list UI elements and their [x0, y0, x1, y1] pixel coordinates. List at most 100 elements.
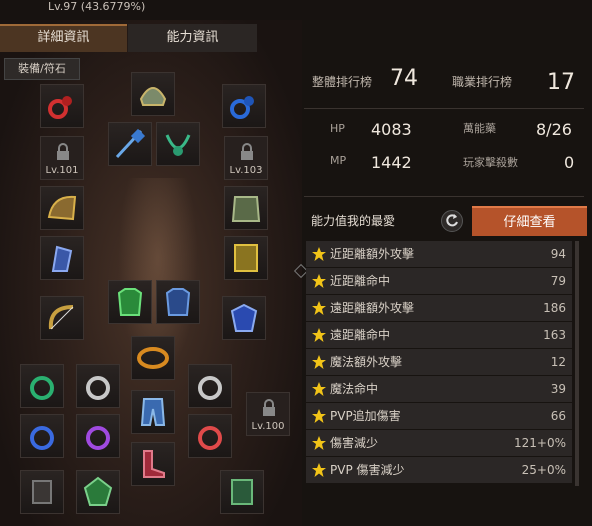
stat-value: 66	[550, 409, 566, 423]
locked-slot-level: Lv.100	[251, 421, 285, 432]
ring-slot-6[interactable]	[188, 414, 232, 458]
rune-slot-3[interactable]	[220, 470, 264, 514]
favorite-stat-item: 傷害減少 121+0%	[306, 430, 572, 456]
tunic-slot[interactable]	[156, 280, 200, 324]
elixir-label: 萬能藥	[463, 122, 496, 135]
locked-slot-lv103: Lv.103	[224, 136, 268, 180]
hp-label: HP	[330, 122, 345, 135]
stat-name: 魔法命中	[330, 382, 379, 396]
ring-slot-1[interactable]	[20, 364, 64, 408]
stat-value: 163	[543, 328, 566, 342]
shoulder-armor-icon	[47, 195, 77, 221]
earring-red-icon	[48, 96, 72, 119]
stat-value: 94	[550, 247, 566, 261]
ring-slot-5[interactable]	[76, 414, 120, 458]
belt-slot[interactable]	[131, 336, 175, 380]
locked-slot-lv100: Lv.100	[246, 392, 290, 436]
shirt-slot[interactable]	[108, 280, 152, 324]
star-icon	[312, 328, 326, 342]
rune-slot-1[interactable]	[20, 470, 64, 514]
cloak-icon	[234, 244, 258, 272]
favorite-stat-item: 魔法額外攻擊 12	[306, 349, 572, 375]
blue-tunic-icon	[165, 288, 191, 316]
class-rank-label: 職業排行榜	[452, 75, 513, 89]
star-icon	[312, 247, 326, 261]
ring-slot-2[interactable]	[76, 364, 120, 408]
padlock-icon	[57, 143, 69, 160]
stat-value: 39	[550, 382, 566, 396]
green-ring-icon	[30, 376, 54, 400]
ring-slot-3[interactable]	[188, 364, 232, 408]
necklace-slot[interactable]	[156, 122, 200, 166]
earring-left-slot[interactable]	[40, 84, 84, 128]
shoulder-slot[interactable]	[40, 186, 84, 230]
blue-ring-icon	[30, 426, 54, 450]
separator	[304, 108, 584, 109]
stat-name: PVP追加傷害	[330, 409, 401, 423]
bow-icon	[48, 305, 74, 330]
amulet-icon	[115, 128, 146, 159]
stat-value: 121+0%	[514, 436, 566, 450]
earring-blue-icon	[230, 96, 254, 119]
green-shirt-icon	[117, 288, 143, 316]
refresh-button[interactable]	[441, 210, 463, 232]
stat-name: PVP 傷害減少	[330, 463, 405, 477]
level-text: Lv.97 (43.6779%)	[48, 0, 146, 13]
tab-details[interactable]: 詳細資訊	[0, 24, 127, 52]
purple-ring-icon	[86, 426, 110, 450]
favorite-stat-item: PVP追加傷害 66	[306, 403, 572, 429]
earring-right-slot[interactable]	[222, 84, 266, 128]
star-icon	[312, 436, 326, 450]
blue-shield-icon	[230, 303, 258, 332]
overall-rank-label: 整體排行榜	[312, 75, 373, 89]
gloves-slot[interactable]	[40, 236, 84, 280]
helmet-slot[interactable]	[131, 72, 175, 116]
stat-name: 遠距離命中	[330, 328, 391, 342]
elixir-value: 8/26	[536, 120, 572, 139]
favorites-list: 近距離額外攻擊 94 近距離命中 79 遠距離額外攻擊 186 遠距離命中 16…	[306, 241, 572, 484]
view-details-button[interactable]: 仔細查看	[472, 206, 587, 236]
shield-slot[interactable]	[222, 296, 266, 340]
overall-rank-value: 74	[390, 66, 418, 91]
star-icon	[312, 382, 326, 396]
belt-icon	[137, 347, 169, 369]
mp-value: 1442	[371, 153, 412, 172]
star-icon	[312, 355, 326, 369]
weapon-slot[interactable]	[40, 296, 84, 340]
armor-slot[interactable]	[224, 186, 268, 230]
leg-armor-icon	[140, 398, 166, 426]
stat-name: 魔法額外攻擊	[330, 355, 403, 369]
top-bar: Lv.97 (43.6779%)	[0, 0, 592, 20]
mp-label: MP	[330, 154, 347, 167]
tab-abilities[interactable]: 能力資訊	[128, 24, 257, 52]
silver-ring-icon	[86, 376, 110, 400]
stat-name: 近距離額外攻擊	[330, 247, 415, 261]
star-icon	[312, 274, 326, 288]
favorite-stat-item: 遠距離額外攻擊 186	[306, 295, 572, 321]
amulet-slot[interactable]	[108, 122, 152, 166]
stat-value: 25+0%	[521, 463, 566, 477]
stat-value: 186	[543, 301, 566, 315]
locked-slot-level: Lv.101	[45, 165, 79, 176]
favorites-title: 能力值我的最愛	[311, 214, 396, 228]
favorites-scrollbar[interactable]	[575, 241, 579, 486]
ring-slot-4[interactable]	[20, 414, 64, 458]
hp-value: 4083	[371, 120, 412, 139]
favorite-stat-item: 近距離命中 79	[306, 268, 572, 294]
pk-count-label: 玩家擊殺數	[463, 156, 518, 169]
separator	[304, 196, 584, 197]
boots-icon	[143, 450, 165, 478]
necklace-icon	[165, 134, 191, 156]
cloak-slot[interactable]	[224, 236, 268, 280]
padlock-icon	[241, 143, 253, 160]
pk-count-value: 0	[564, 153, 575, 172]
favorite-stat-item: 遠距離命中 163	[306, 322, 572, 348]
boots-slot[interactable]	[131, 442, 175, 486]
stat-value: 12	[550, 355, 566, 369]
pants-slot[interactable]	[131, 390, 175, 434]
equipment-section-label: 裝備/符石	[4, 58, 80, 80]
stat-name: 傷害減少	[330, 436, 379, 450]
locked-slot-level: Lv.103	[229, 165, 263, 176]
rune-slot-2[interactable]	[76, 470, 120, 514]
refresh-icon	[446, 214, 458, 227]
